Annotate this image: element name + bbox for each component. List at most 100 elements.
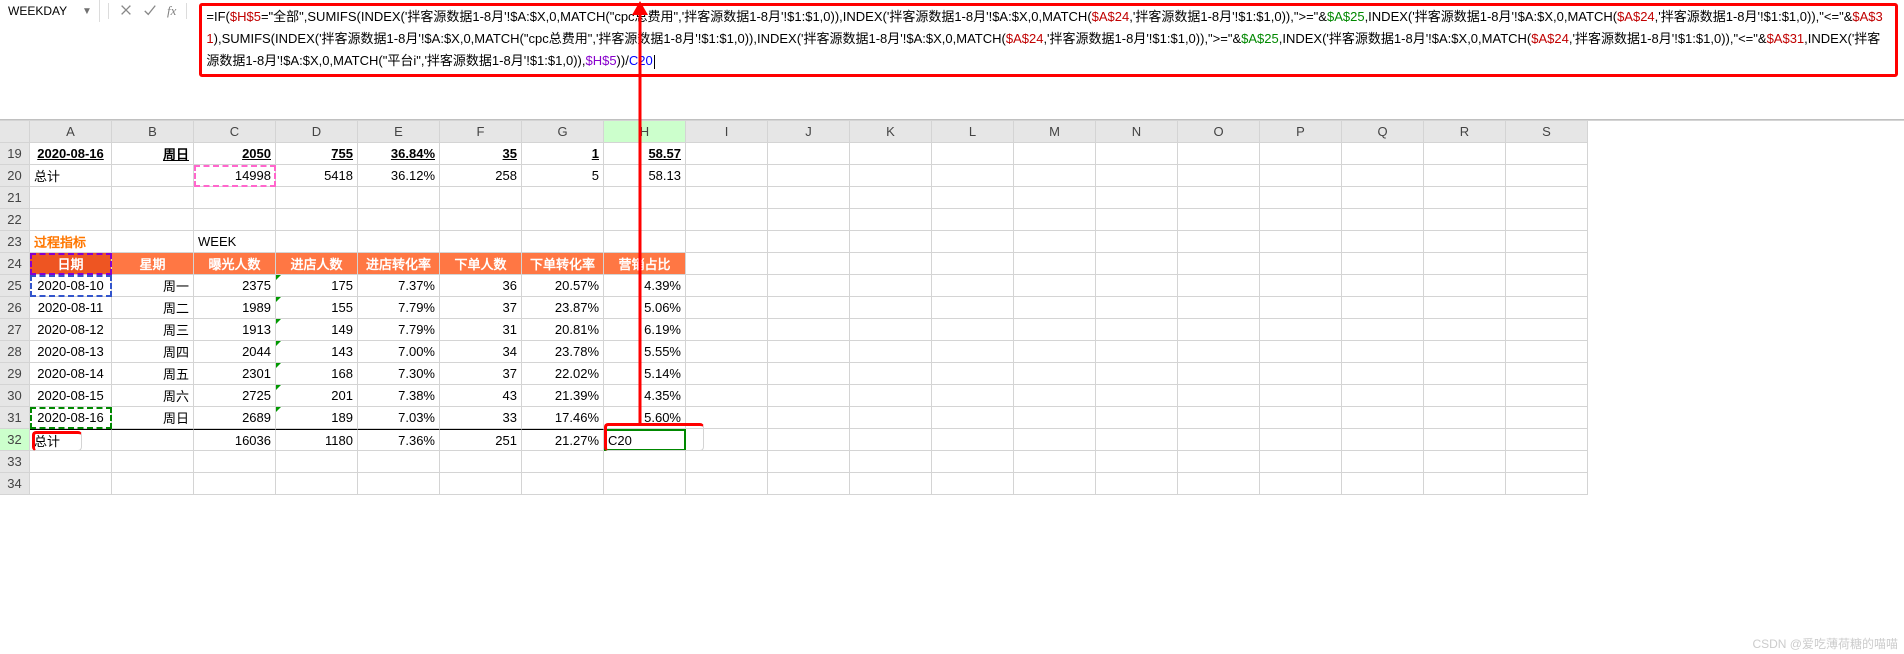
cell-30-D[interactable]: 201 bbox=[276, 385, 358, 407]
col-header-M[interactable]: M bbox=[1014, 121, 1096, 143]
cell-26-B[interactable]: 周二 bbox=[112, 297, 194, 319]
cell-33-L[interactable] bbox=[932, 451, 1014, 473]
cell-22-B[interactable] bbox=[112, 209, 194, 231]
cell-20-M[interactable] bbox=[1014, 165, 1096, 187]
cell-33-E[interactable] bbox=[358, 451, 440, 473]
cell-27-I[interactable] bbox=[686, 319, 768, 341]
cell-23-A[interactable]: 过程指标 bbox=[30, 231, 112, 253]
cell-20-I[interactable] bbox=[686, 165, 768, 187]
cell-25-N[interactable] bbox=[1096, 275, 1178, 297]
cell-29-F[interactable]: 37 bbox=[440, 363, 522, 385]
cell-29-G[interactable]: 22.02% bbox=[522, 363, 604, 385]
cell-33-F[interactable] bbox=[440, 451, 522, 473]
cell-28-D[interactable]: 143 bbox=[276, 341, 358, 363]
cell-32-H[interactable]: C20 bbox=[604, 429, 686, 451]
cell-34-H[interactable] bbox=[604, 473, 686, 495]
cell-20-B[interactable] bbox=[112, 165, 194, 187]
cell-21-H[interactable] bbox=[604, 187, 686, 209]
row-header-30[interactable]: 30 bbox=[0, 385, 30, 407]
row-header-20[interactable]: 20 bbox=[0, 165, 30, 187]
cell-30-O[interactable] bbox=[1178, 385, 1260, 407]
cell-27-D[interactable]: 149 bbox=[276, 319, 358, 341]
cell-23-L[interactable] bbox=[932, 231, 1014, 253]
cell-33-O[interactable] bbox=[1178, 451, 1260, 473]
row-header-32[interactable]: 32 bbox=[0, 429, 30, 451]
cell-19-C[interactable]: 2050 bbox=[194, 143, 276, 165]
cell-34-B[interactable] bbox=[112, 473, 194, 495]
cell-20-R[interactable] bbox=[1424, 165, 1506, 187]
cell-29-J[interactable] bbox=[768, 363, 850, 385]
header-exposure[interactable]: 曝光人数 bbox=[194, 253, 276, 275]
cell-31-N[interactable] bbox=[1096, 407, 1178, 429]
cell-25-F[interactable]: 36 bbox=[440, 275, 522, 297]
cell-26-G[interactable]: 23.87% bbox=[522, 297, 604, 319]
cell-26-S[interactable] bbox=[1506, 297, 1588, 319]
cell-20-E[interactable]: 36.12% bbox=[358, 165, 440, 187]
col-header-N[interactable]: N bbox=[1096, 121, 1178, 143]
cell-21-O[interactable] bbox=[1178, 187, 1260, 209]
cell-29-D[interactable]: 168 bbox=[276, 363, 358, 385]
cell-22-C[interactable] bbox=[194, 209, 276, 231]
cell-30-M[interactable] bbox=[1014, 385, 1096, 407]
cell-21-C[interactable] bbox=[194, 187, 276, 209]
cell-22-Q[interactable] bbox=[1342, 209, 1424, 231]
col-header-P[interactable]: P bbox=[1260, 121, 1342, 143]
cell-33-B[interactable] bbox=[112, 451, 194, 473]
accept-formula-icon[interactable] bbox=[143, 3, 157, 20]
cell-32-F[interactable]: 251 bbox=[440, 429, 522, 451]
cell-34-D[interactable] bbox=[276, 473, 358, 495]
cell-29-R[interactable] bbox=[1424, 363, 1506, 385]
cell-30-E[interactable]: 7.38% bbox=[358, 385, 440, 407]
cell-29-I[interactable] bbox=[686, 363, 768, 385]
cell-30-K[interactable] bbox=[850, 385, 932, 407]
cell-20-S[interactable] bbox=[1506, 165, 1588, 187]
cell-19-F[interactable]: 35 bbox=[440, 143, 522, 165]
cell-27-L[interactable] bbox=[932, 319, 1014, 341]
cell-32-I[interactable] bbox=[686, 429, 768, 451]
name-box-input[interactable] bbox=[6, 3, 78, 19]
cell-21-P[interactable] bbox=[1260, 187, 1342, 209]
cell-22-I[interactable] bbox=[686, 209, 768, 231]
cell-22-A[interactable] bbox=[30, 209, 112, 231]
row-header-25[interactable]: 25 bbox=[0, 275, 30, 297]
cell-27-S[interactable] bbox=[1506, 319, 1588, 341]
row-header-28[interactable]: 28 bbox=[0, 341, 30, 363]
cell-19-E[interactable]: 36.84% bbox=[358, 143, 440, 165]
cell-30-J[interactable] bbox=[768, 385, 850, 407]
cell-34-S[interactable] bbox=[1506, 473, 1588, 495]
cell-26-I[interactable] bbox=[686, 297, 768, 319]
cell-31-F[interactable]: 33 bbox=[440, 407, 522, 429]
cell-26-N[interactable] bbox=[1096, 297, 1178, 319]
cell-28-J[interactable] bbox=[768, 341, 850, 363]
cell-21-B[interactable] bbox=[112, 187, 194, 209]
cell-33-R[interactable] bbox=[1424, 451, 1506, 473]
cell-21-R[interactable] bbox=[1424, 187, 1506, 209]
cell-21-M[interactable] bbox=[1014, 187, 1096, 209]
cell-21-A[interactable] bbox=[30, 187, 112, 209]
cell-32-Q[interactable] bbox=[1342, 429, 1424, 451]
cell-33-A[interactable] bbox=[30, 451, 112, 473]
cell-34-K[interactable] bbox=[850, 473, 932, 495]
cell-19-N[interactable] bbox=[1096, 143, 1178, 165]
cell-30-A[interactable]: 2020-08-15 bbox=[30, 385, 112, 407]
cell-23-P[interactable] bbox=[1260, 231, 1342, 253]
cell-20-A[interactable]: 总计 bbox=[30, 165, 112, 187]
cell-23-E[interactable] bbox=[358, 231, 440, 253]
cell-21-K[interactable] bbox=[850, 187, 932, 209]
cell-25-C[interactable]: 2375 bbox=[194, 275, 276, 297]
cell-27-P[interactable] bbox=[1260, 319, 1342, 341]
cell-22-S[interactable] bbox=[1506, 209, 1588, 231]
cell-29-L[interactable] bbox=[932, 363, 1014, 385]
cell-28-C[interactable]: 2044 bbox=[194, 341, 276, 363]
cell-23-C[interactable]: WEEK bbox=[194, 231, 276, 253]
col-header-Q[interactable]: Q bbox=[1342, 121, 1424, 143]
header-enter-rate[interactable]: 进店转化率 bbox=[358, 253, 440, 275]
cell-32-M[interactable] bbox=[1014, 429, 1096, 451]
cell-22-J[interactable] bbox=[768, 209, 850, 231]
cell-25-B[interactable]: 周一 bbox=[112, 275, 194, 297]
cell-33-H[interactable] bbox=[604, 451, 686, 473]
cell-33-S[interactable] bbox=[1506, 451, 1588, 473]
cell-20-C[interactable]: 14998 bbox=[194, 165, 276, 187]
cell-26-L[interactable] bbox=[932, 297, 1014, 319]
header-enter[interactable]: 进店人数 bbox=[276, 253, 358, 275]
